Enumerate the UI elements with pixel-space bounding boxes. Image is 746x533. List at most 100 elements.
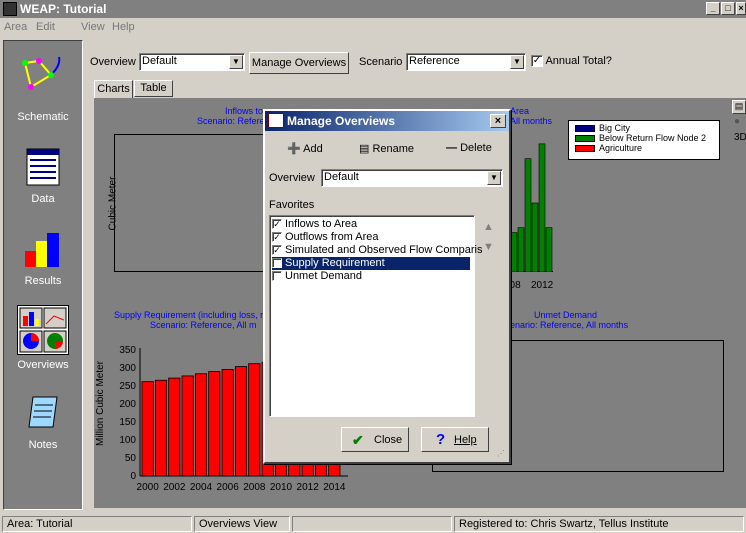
scenario-select-value: Reference — [409, 55, 460, 67]
app-icon — [3, 2, 17, 16]
nav-results[interactable]: Results — [4, 275, 82, 287]
scenario-select[interactable]: Reference ▼ — [406, 53, 526, 71]
y-tick-label: 200 — [119, 399, 136, 410]
nav-schematic[interactable]: Schematic — [4, 111, 82, 123]
table-icon[interactable]: ▤ — [732, 100, 746, 114]
dialog-overview-label: Overview — [269, 172, 315, 184]
plot-area — [114, 134, 264, 272]
schematic-icon[interactable] — [21, 55, 65, 95]
favorite-checkbox[interactable]: ✓ — [272, 232, 282, 243]
delete-icon: — — [446, 142, 457, 154]
overview-select[interactable]: Default ▼ — [139, 53, 245, 71]
dialog-close-icon[interactable]: × — [490, 114, 506, 128]
favorite-label: Supply Requirement — [285, 257, 385, 269]
close-window-button[interactable]: × — [736, 2, 746, 15]
help-button[interactable]: ? Help — [421, 427, 489, 452]
notes-icon[interactable] — [21, 393, 65, 433]
tab-table[interactable]: Table — [134, 80, 173, 97]
favorites-label: Favorites — [269, 199, 315, 211]
legend-swatch — [575, 145, 595, 152]
legend-entry: Big City — [599, 123, 631, 133]
overviews-icon[interactable] — [17, 305, 69, 355]
delete-button[interactable]: — Delete — [446, 142, 492, 154]
window-title-bar: WEAP: Tutorial _ □ × — [0, 0, 746, 18]
results-icon[interactable] — [21, 229, 65, 269]
y-axis-label: Cubic Meter — [107, 176, 119, 231]
y-tick-label: 50 — [125, 453, 137, 464]
minimize-button[interactable]: _ — [706, 2, 720, 15]
close-label: Close — [374, 434, 403, 446]
overview-label: Overview — [90, 56, 136, 68]
legend-entry: Agriculture — [599, 143, 643, 153]
status-area: Area: Tutorial — [2, 516, 192, 532]
chevron-down-icon[interactable]: ▼ — [510, 55, 524, 69]
nav-notes[interactable]: Notes — [4, 439, 82, 451]
bar — [531, 202, 539, 273]
dialog-title: Manage Overviews — [287, 114, 396, 128]
maximize-button[interactable]: □ — [721, 2, 735, 15]
y-tick-label: 250 — [119, 381, 136, 392]
x-tick-label: 2000 — [137, 482, 160, 493]
chevron-down-icon[interactable]: ▼ — [229, 55, 243, 69]
favorite-label: Unmet Demand — [285, 270, 363, 282]
view-sidebar: Schematic Data Results Overviews Notes — [3, 40, 83, 510]
rename-icon: ▤ — [359, 143, 370, 155]
chart-subtitle: Scenario: Referenc — [196, 116, 274, 126]
search-icon[interactable]: ● — [734, 116, 740, 127]
favorite-item[interactable]: Supply Requirement — [272, 257, 470, 270]
favorite-item[interactable]: ✓ Inflows to Area — [272, 218, 470, 231]
nav-overviews[interactable]: Overviews — [4, 359, 82, 371]
y-tick-label: 0 — [130, 471, 136, 482]
bar — [517, 227, 525, 273]
help-label: Help — [454, 434, 477, 446]
bar — [538, 143, 546, 273]
window-title: WEAP: Tutorial — [20, 2, 107, 16]
move-up-icon[interactable]: ▲ — [483, 221, 494, 233]
overview-select-value: Default — [142, 55, 177, 67]
manage-overviews-button[interactable]: Manage Overviews — [249, 52, 349, 74]
status-bar: Area: Tutorial Overviews View Registered… — [0, 514, 746, 533]
bar — [168, 377, 181, 477]
resize-grip-icon[interactable]: ⋰ — [497, 449, 505, 458]
chart-title: Supply Requirement (including loss, r — [114, 310, 264, 320]
delete-label: Delete — [460, 142, 492, 154]
dialog-app-icon — [268, 113, 284, 128]
data-icon[interactable] — [21, 147, 65, 187]
add-label: Add — [303, 143, 323, 155]
dialog-overview-select[interactable]: Default ▼ — [321, 169, 503, 187]
close-button[interactable]: ✔ Close — [341, 427, 409, 452]
right-panel: ▤ ● — [730, 100, 746, 130]
menu-view[interactable]: View — [81, 21, 105, 33]
bar — [154, 379, 168, 477]
favorites-list[interactable]: ✓ Inflows to Area ✓ Outflows from Area ✓ Simu… — [269, 215, 482, 417]
3d-label[interactable]: 3D — [734, 132, 746, 143]
menu-help[interactable]: Help — [112, 21, 135, 33]
move-down-icon[interactable]: ▼ — [483, 241, 494, 253]
menu-edit[interactable]: Edit — [36, 21, 55, 33]
y-tick-label: 300 — [119, 363, 136, 374]
chart-subtitle: enario: Reference, All months — [510, 320, 629, 330]
favorite-label: Inflows to Area — [285, 218, 358, 230]
check-icon: ✔ — [352, 432, 364, 448]
add-button[interactable]: ➕ Add — [287, 142, 323, 155]
plot-area — [510, 134, 553, 273]
annual-total-checkbox[interactable]: ✓ Annual Total? — [531, 55, 612, 68]
favorite-item[interactable]: ✓ Simulated and Observed Flow Comparis — [272, 244, 482, 257]
favorite-checkbox[interactable] — [272, 258, 282, 269]
favorite-item[interactable]: ✓ Outflows from Area — [272, 231, 470, 244]
favorite-checkbox[interactable] — [272, 271, 282, 282]
x-tick-label: 2006 — [217, 482, 240, 493]
favorite-item[interactable]: Unmet Demand — [272, 270, 470, 283]
favorite-checkbox[interactable]: ✓ — [272, 245, 282, 256]
chevron-down-icon[interactable]: ▼ — [487, 171, 501, 185]
x-tick-label: 2004 — [190, 482, 213, 493]
bar — [181, 375, 194, 477]
menu-area[interactable]: Area — [4, 21, 27, 33]
checkbox-check[interactable]: ✓ — [531, 55, 543, 68]
nav-data[interactable]: Data — [4, 193, 82, 205]
help-icon: ? — [436, 431, 446, 448]
tab-charts[interactable]: Charts — [94, 80, 133, 98]
y-tick-label: 100 — [119, 435, 136, 446]
favorite-checkbox[interactable]: ✓ — [272, 219, 282, 230]
rename-button[interactable]: ▤ Rename — [359, 142, 414, 155]
